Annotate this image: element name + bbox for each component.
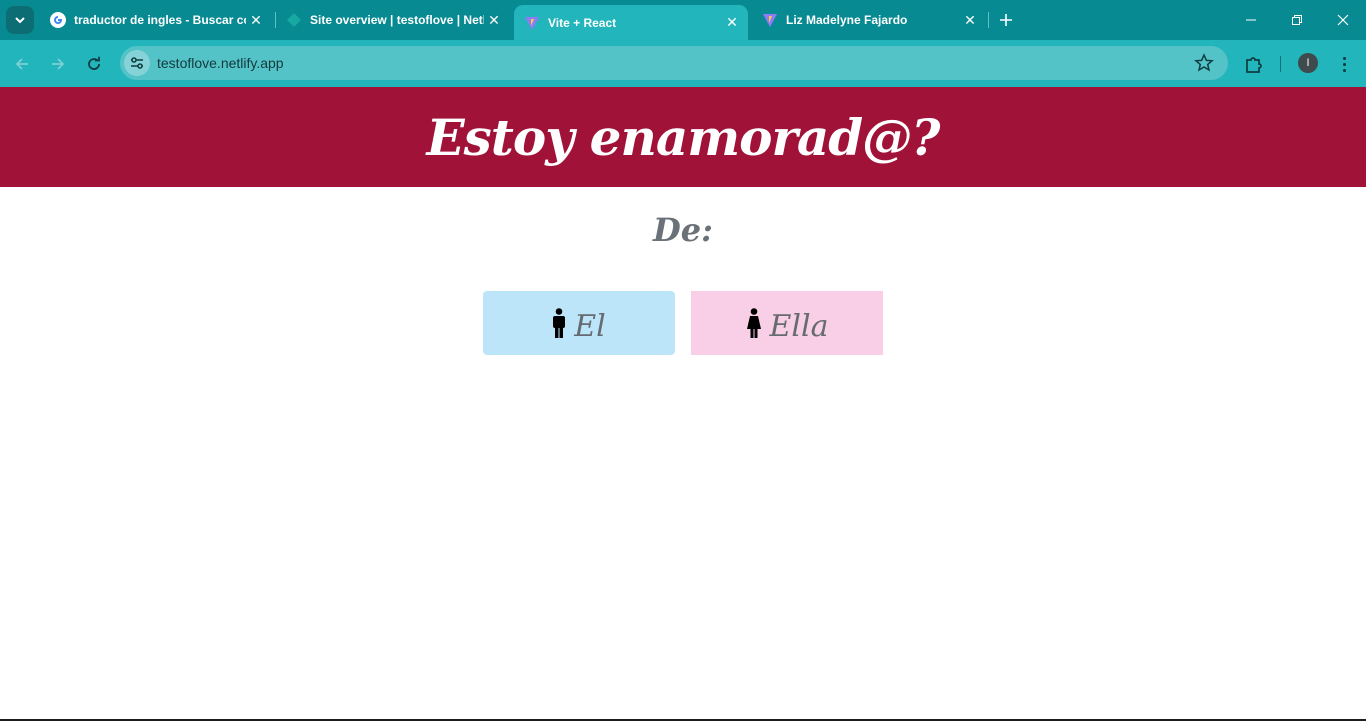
minimize-button[interactable]	[1228, 0, 1274, 40]
vite-icon	[524, 15, 540, 31]
female-icon	[746, 308, 761, 338]
hero-banner: Estoy enamorad@?	[0, 87, 1366, 187]
el-label: El	[574, 308, 606, 344]
tab-liz-madelyne[interactable]: Liz Madelyne Fajardo ✕	[752, 5, 986, 35]
close-icon	[1337, 14, 1349, 26]
profile-avatar[interactable]: I	[1298, 53, 1318, 73]
arrow-right-icon	[52, 58, 65, 70]
tab-title: Site overview | testoflove | Netlify	[310, 13, 484, 27]
close-window-button[interactable]	[1320, 0, 1366, 40]
vite-icon	[762, 12, 778, 28]
tab-divider	[988, 12, 989, 28]
toolbar-divider	[1280, 56, 1281, 72]
ella-label: Ella	[769, 308, 829, 344]
tab-title: traductor de ingles - Buscar con Google	[74, 13, 246, 27]
minimize-icon	[1246, 19, 1256, 21]
tab-title: Liz Madelyne Fajardo	[786, 13, 908, 27]
close-icon[interactable]: ✕	[246, 10, 266, 30]
el-button[interactable]: El	[483, 291, 675, 355]
tab-vite-react[interactable]: Vite + React ✕	[514, 5, 748, 40]
arrow-left-icon	[15, 58, 28, 70]
close-icon[interactable]: ✕	[960, 10, 980, 30]
address-bar[interactable]: testoflove.netlify.app	[120, 46, 1228, 80]
tune-icon	[131, 57, 143, 69]
close-icon[interactable]: ✕	[722, 13, 742, 33]
site-info-button[interactable]	[124, 50, 150, 76]
forward-button[interactable]	[44, 50, 72, 78]
plus-icon	[1000, 14, 1012, 26]
chevron-down-icon	[15, 17, 25, 24]
page-title: Estoy enamorad@?	[426, 107, 941, 167]
web-page: Estoy enamorad@? De: El Ella	[0, 87, 1366, 721]
bookmark-star-icon[interactable]	[1194, 53, 1214, 73]
tab-title: Vite + React	[548, 15, 617, 30]
from-label: De:	[653, 211, 713, 249]
google-icon	[50, 12, 66, 28]
netlify-icon	[286, 12, 302, 28]
tab-strip: traductor de ingles - Buscar con Google …	[0, 0, 1366, 40]
close-icon[interactable]: ✕	[484, 10, 504, 30]
tab-google-search[interactable]: traductor de ingles - Buscar con Google …	[40, 5, 272, 35]
tab-netlify[interactable]: Site overview | testoflove | Netlify ✕	[276, 5, 510, 35]
tab-search-button[interactable]	[6, 6, 34, 34]
reload-icon	[88, 56, 100, 70]
browser-toolbar: testoflove.netlify.app I	[0, 40, 1366, 87]
new-tab-button[interactable]	[994, 8, 1018, 32]
url-text[interactable]: testoflove.netlify.app	[157, 55, 284, 71]
back-button[interactable]	[8, 50, 36, 78]
reload-button[interactable]	[80, 50, 108, 78]
ella-button[interactable]: Ella	[691, 291, 883, 355]
restore-button[interactable]	[1274, 0, 1320, 40]
extensions-puzzle-icon[interactable]	[1242, 52, 1266, 76]
restore-icon	[1292, 15, 1302, 25]
more-menu-icon[interactable]	[1334, 52, 1354, 76]
male-icon	[553, 308, 566, 338]
